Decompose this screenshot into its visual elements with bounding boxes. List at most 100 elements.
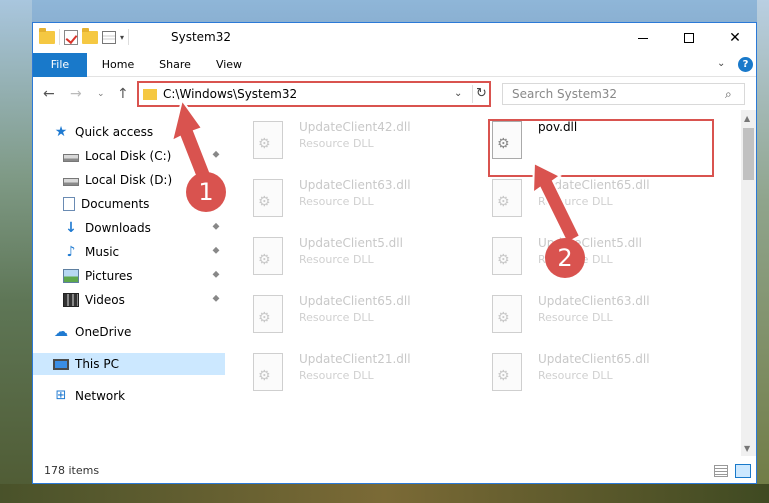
gear-icon: ⚙ bbox=[258, 368, 271, 384]
gear-icon: ⚙ bbox=[497, 368, 510, 384]
sidebar-item-label: Documents bbox=[81, 197, 150, 211]
file-item[interactable]: ⚙ UpdateClient65.dll Resource DLL bbox=[470, 349, 698, 407]
file-name: UpdateClient63.dll bbox=[299, 178, 411, 192]
desktop-background-bottom bbox=[0, 484, 769, 503]
computer-icon bbox=[53, 358, 69, 370]
tab-home[interactable]: Home bbox=[93, 53, 143, 77]
new-folder-icon[interactable] bbox=[82, 27, 98, 44]
pictures-icon bbox=[63, 269, 79, 283]
large-icons-view-icon[interactable] bbox=[735, 464, 751, 478]
sidebar-item-videos[interactable]: Videos ⬥ bbox=[63, 289, 228, 311]
sidebar-item-label: This PC bbox=[75, 357, 119, 371]
minimize-button[interactable] bbox=[620, 23, 666, 53]
tab-view[interactable]: View bbox=[207, 53, 251, 77]
file-type: Resource DLL bbox=[299, 311, 374, 324]
search-input[interactable]: Search System32 bbox=[512, 87, 617, 101]
gear-icon: ⚙ bbox=[497, 310, 510, 326]
dll-file-icon: ⚙ bbox=[492, 237, 522, 275]
file-item[interactable]: ⚙ UpdateClient65.dll Resource DLL bbox=[231, 291, 459, 349]
step-1-badge: 1 bbox=[186, 172, 226, 212]
vertical-scrollbar[interactable]: ▲ ▼ bbox=[741, 110, 756, 456]
dll-file-icon: ⚙ bbox=[492, 179, 522, 217]
close-button[interactable]: ✕ bbox=[712, 23, 758, 53]
desktop-background-left bbox=[0, 0, 32, 503]
file-name: UpdateClient65.dll bbox=[538, 178, 650, 192]
desktop-background-right bbox=[757, 0, 769, 503]
search-icon[interactable]: ⌕ bbox=[725, 87, 732, 102]
file-type: Resource DLL bbox=[299, 195, 374, 208]
dll-file-icon: ⚙ bbox=[253, 121, 283, 159]
address-bar[interactable]: C:\Windows\System32 ⌄ ↻ bbox=[137, 81, 491, 107]
gear-icon: ⚙ bbox=[497, 194, 510, 210]
scrollbar-thumb[interactable] bbox=[743, 128, 754, 180]
star-icon: ★ bbox=[54, 124, 68, 140]
file-type: Resource DLL bbox=[538, 311, 613, 324]
sidebar-item-label: OneDrive bbox=[75, 325, 132, 339]
file-type: Resource DLL bbox=[299, 369, 374, 382]
sidebar-item-quick-access[interactable]: ★ Quick access bbox=[53, 121, 248, 143]
search-box[interactable]: Search System32 ⌕ bbox=[502, 83, 745, 105]
file-item[interactable]: ⚙ UpdateClient63.dll Resource DLL bbox=[231, 175, 459, 233]
minimize-icon bbox=[638, 37, 648, 39]
music-icon: ♪ bbox=[66, 244, 76, 260]
download-icon: ↓ bbox=[65, 220, 77, 236]
sidebar-item-network[interactable]: ⊞ Network bbox=[53, 385, 248, 407]
title-bar: ▾ System32 ✕ bbox=[33, 23, 756, 53]
sidebar-item-downloads[interactable]: ↓ Downloads ⬥ bbox=[63, 217, 228, 239]
sidebar-item-this-pc[interactable]: This PC bbox=[33, 353, 225, 375]
sidebar-item-onedrive[interactable]: ☁ OneDrive bbox=[53, 321, 248, 343]
recent-locations-icon[interactable]: ⌄ bbox=[97, 89, 105, 99]
help-icon[interactable]: ? bbox=[738, 57, 753, 72]
step-2-badge: 2 bbox=[545, 238, 585, 278]
properties-check-icon[interactable] bbox=[64, 29, 78, 45]
close-icon: ✕ bbox=[729, 30, 741, 46]
scroll-down-icon[interactable]: ▼ bbox=[744, 444, 750, 453]
file-name: UpdateClient65.dll bbox=[538, 352, 650, 366]
customize-toolbar-dropdown-icon[interactable]: ▾ bbox=[120, 33, 124, 42]
details-view-icon[interactable] bbox=[714, 465, 728, 477]
address-path[interactable]: C:\Windows\System32 bbox=[163, 87, 297, 101]
forward-arrow-icon[interactable]: → bbox=[70, 86, 82, 102]
gear-icon: ⚙ bbox=[497, 252, 510, 268]
file-item[interactable]: ⚙ UpdateClient5.dll Resource DLL bbox=[231, 233, 459, 291]
expand-ribbon-icon[interactable]: ⌄ bbox=[717, 58, 725, 69]
dll-file-icon: ⚙ bbox=[253, 237, 283, 275]
drive-icon bbox=[63, 177, 79, 186]
dll-file-icon: ⚙ bbox=[492, 295, 522, 333]
window-title: System32 bbox=[171, 30, 232, 44]
sidebar-item-music[interactable]: ♪ Music ⬥ bbox=[63, 241, 228, 263]
scroll-up-icon[interactable]: ▲ bbox=[744, 114, 750, 123]
tab-share[interactable]: Share bbox=[151, 53, 199, 77]
videos-icon bbox=[63, 293, 79, 307]
sidebar-item-local-disk-c[interactable]: Local Disk (C:) ⬥ bbox=[63, 145, 228, 167]
sidebar-item-pictures[interactable]: Pictures ⬥ bbox=[63, 265, 228, 287]
file-item[interactable]: ⚙ UpdateClient42.dll Resource DLL bbox=[231, 117, 459, 175]
properties-icon[interactable] bbox=[102, 30, 116, 44]
file-name: UpdateClient42.dll bbox=[299, 120, 411, 134]
dll-file-icon: ⚙ bbox=[253, 295, 283, 333]
back-arrow-icon[interactable]: ← bbox=[43, 86, 55, 102]
file-name: UpdateClient65.dll bbox=[299, 294, 411, 308]
file-item[interactable]: ⚙ UpdateClient65.dll Resource DLL bbox=[470, 175, 698, 233]
gear-icon: ⚙ bbox=[258, 194, 271, 210]
file-type: Resource DLL bbox=[538, 195, 613, 208]
address-dropdown-icon[interactable]: ⌄ bbox=[454, 88, 462, 99]
up-arrow-icon[interactable]: ↑ bbox=[117, 86, 129, 102]
folder-icon[interactable] bbox=[39, 27, 55, 44]
dll-file-icon: ⚙ bbox=[492, 353, 522, 391]
file-name: UpdateClient63.dll bbox=[538, 294, 650, 308]
pin-icon: ⬥ bbox=[212, 269, 220, 280]
folder-icon bbox=[143, 89, 157, 100]
refresh-icon[interactable]: ↻ bbox=[472, 85, 490, 103]
file-item[interactable]: ⚙ UpdateClient21.dll Resource DLL bbox=[231, 349, 459, 407]
file-type: Resource DLL bbox=[538, 369, 613, 382]
file-name: UpdateClient5.dll bbox=[299, 236, 403, 250]
quick-access-toolbar: ▾ bbox=[39, 27, 130, 45]
maximize-button[interactable] bbox=[666, 23, 712, 53]
file-explorer-window: ▾ System32 ✕ File Home Share View ⌄ ? ← … bbox=[32, 22, 757, 484]
drive-icon bbox=[63, 153, 79, 162]
file-name: UpdateClient21.dll bbox=[299, 352, 411, 366]
cloud-icon: ☁ bbox=[54, 324, 68, 340]
tab-file[interactable]: File bbox=[33, 53, 87, 77]
file-item[interactable]: ⚙ UpdateClient63.dll Resource DLL bbox=[470, 291, 698, 349]
